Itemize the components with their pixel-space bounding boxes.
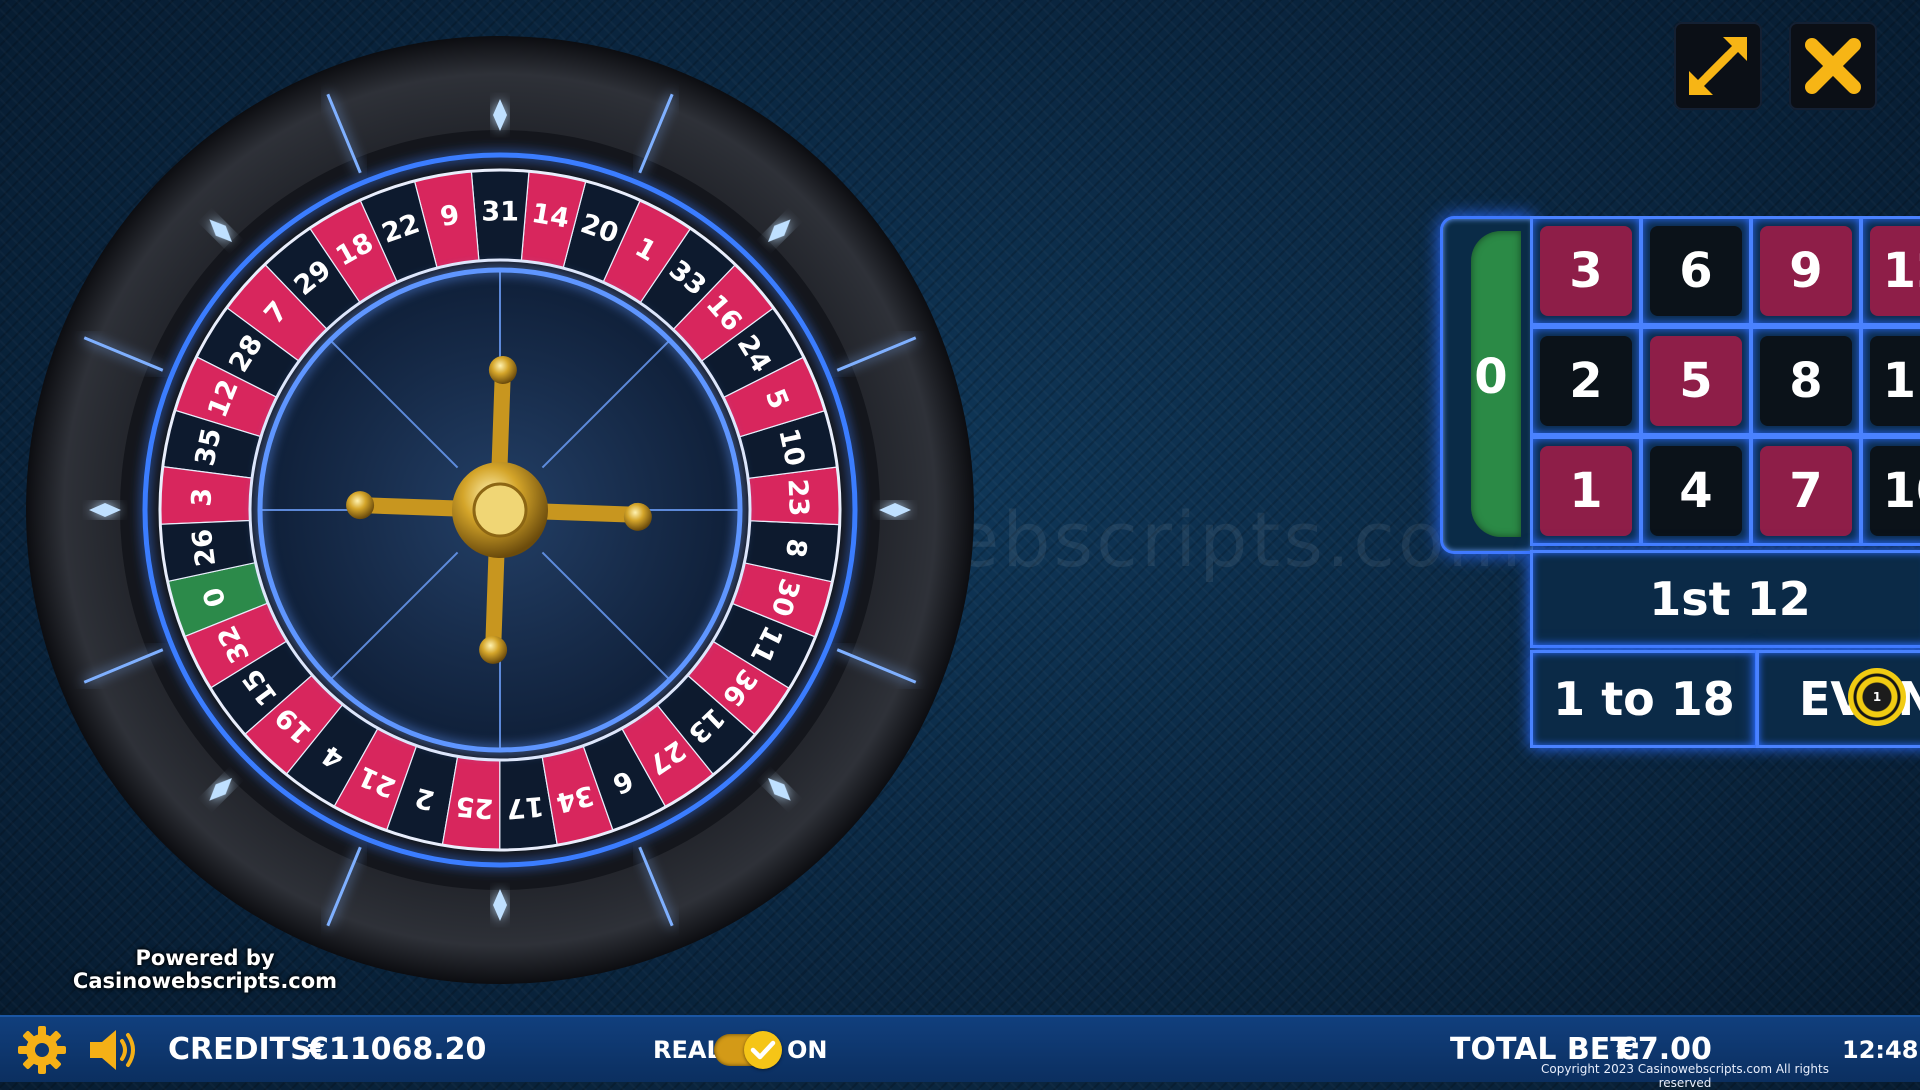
bet-number-5[interactable]: 5 bbox=[1640, 326, 1752, 436]
bet-number-label: 8 bbox=[1760, 336, 1852, 426]
placed-chip[interactable]: 1 bbox=[1848, 668, 1906, 726]
bet-first-dozen[interactable]: 1st 12 bbox=[1530, 550, 1920, 648]
bet-1-to-18[interactable]: 1 to 18 bbox=[1530, 650, 1758, 748]
bet-number-label: 9 bbox=[1760, 226, 1852, 316]
betting-board: 0 369122581114710 1st 12 1 to 18 EVEN 1 bbox=[1440, 210, 1920, 750]
speaker-icon bbox=[90, 1029, 135, 1070]
wheel-number: 17 bbox=[505, 790, 545, 824]
powered-by: Powered by Casinowebscripts.com bbox=[70, 947, 340, 993]
settings-button[interactable] bbox=[16, 1017, 68, 1082]
bet-number-label: 11 bbox=[1870, 336, 1920, 426]
roulette-wheel: 0321519421 2 25 17 34 62713361130823105241633… bbox=[26, 36, 974, 984]
wheel-number: 8 bbox=[779, 537, 812, 560]
bet-number-6[interactable]: 6 bbox=[1640, 216, 1752, 326]
bet-number-2[interactable]: 2 bbox=[1530, 326, 1642, 436]
clock: 12:48 bbox=[1842, 1035, 1919, 1064]
wheel-number: 25 bbox=[455, 790, 495, 824]
bet-number-label: 10 bbox=[1870, 446, 1920, 536]
bet-number-12[interactable]: 12 bbox=[1860, 216, 1920, 326]
powered-by-line1: Powered by bbox=[135, 946, 275, 970]
credits-label: CREDITS: bbox=[168, 1032, 324, 1067]
checkmark-icon bbox=[750, 1040, 776, 1060]
bet-number-3[interactable]: 3 bbox=[1530, 216, 1642, 326]
wheel-number: 31 bbox=[481, 196, 519, 227]
bet-number-11[interactable]: 11 bbox=[1860, 326, 1920, 436]
bet-number-label: 2 bbox=[1540, 336, 1632, 426]
real-mode-toggle[interactable] bbox=[714, 1031, 782, 1069]
bet-number-9[interactable]: 9 bbox=[1750, 216, 1862, 326]
bet-number-8[interactable]: 8 bbox=[1750, 326, 1862, 436]
real-mode-label: REAL bbox=[653, 1035, 722, 1064]
wheel-number: 14 bbox=[529, 198, 571, 235]
powered-by-line2: Casinowebscripts.com bbox=[72, 969, 338, 993]
fullscreen-button[interactable] bbox=[1674, 22, 1762, 110]
bet-zero[interactable]: 0 bbox=[1440, 216, 1533, 554]
bet-number-label: 3 bbox=[1540, 226, 1632, 316]
bet-number-label: 6 bbox=[1650, 226, 1742, 316]
bet-number-label: 1 bbox=[1540, 446, 1632, 536]
wheel-number: 3 bbox=[186, 487, 218, 507]
bet-number-label: 5 bbox=[1650, 336, 1742, 426]
close-button[interactable] bbox=[1789, 22, 1877, 110]
wheel-number: 26 bbox=[187, 527, 223, 568]
sound-button[interactable] bbox=[86, 1017, 142, 1082]
credits-value: €11068.20 bbox=[308, 1032, 487, 1067]
close-icon bbox=[1805, 38, 1861, 94]
copyright: Copyright 2023 Casinowebscripts.com All … bbox=[1541, 1062, 1829, 1090]
expand-icon bbox=[1689, 37, 1747, 95]
bet-number-7[interactable]: 7 bbox=[1750, 436, 1862, 546]
bet-number-10[interactable]: 10 bbox=[1860, 436, 1920, 546]
toggle-on-label: ON bbox=[787, 1035, 828, 1064]
bet-zero-label: 0 bbox=[1474, 349, 1508, 405]
bet-number-label: 12 bbox=[1870, 226, 1920, 316]
wheel-number: 23 bbox=[781, 478, 814, 517]
bet-number-label: 4 bbox=[1650, 446, 1742, 536]
bet-number-1[interactable]: 1 bbox=[1530, 436, 1642, 546]
gear-icon bbox=[18, 1025, 66, 1074]
bet-number-label: 7 bbox=[1760, 446, 1852, 536]
bet-number-4[interactable]: 4 bbox=[1640, 436, 1752, 546]
